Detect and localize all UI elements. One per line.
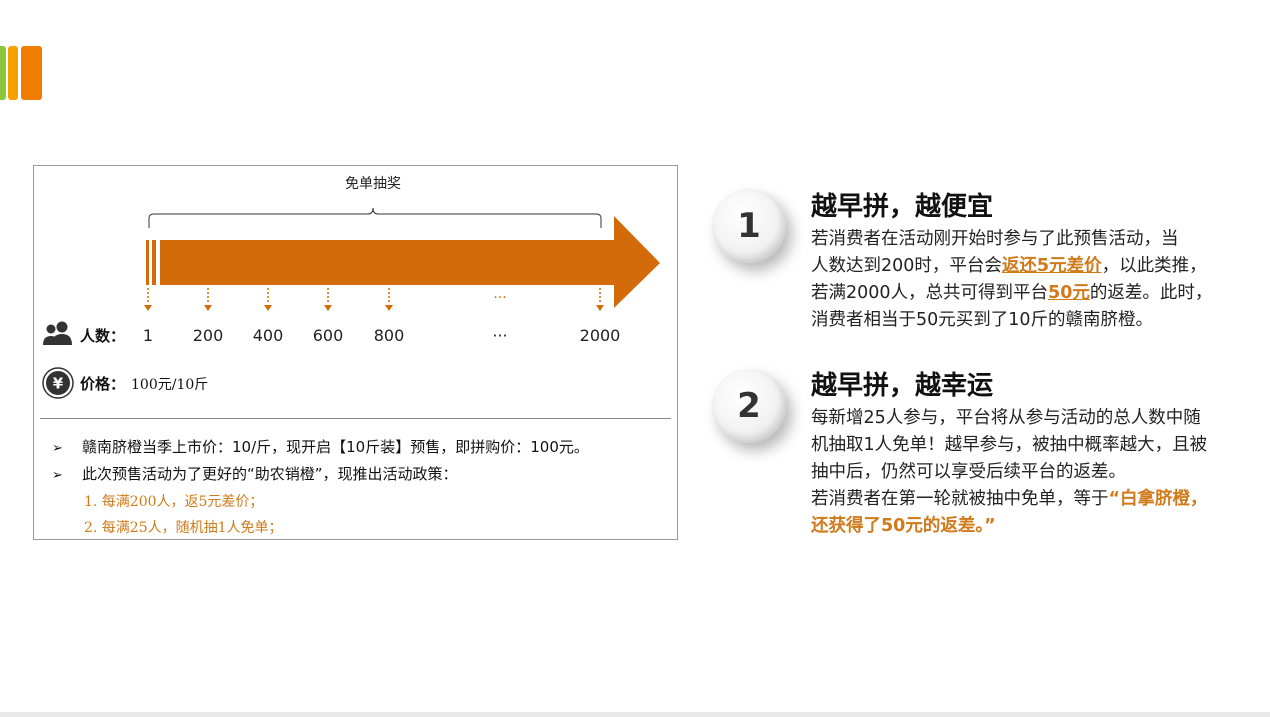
- diagram-panel: 免单抽奖 ··· 1 200 400 600 800 ··· 2000 人数： ¥ 价格： …: [33, 165, 678, 540]
- highlight-rebate: 返还5元差价: [1001, 256, 1102, 276]
- timeline-arrow: [160, 216, 660, 308]
- policy-item: 1. 每满200人，返5元差价；: [84, 494, 264, 510]
- tick-arrowhead: [264, 305, 272, 311]
- tick-label: 800: [373, 326, 405, 345]
- highlight-free-orange: “白拿脐橙，: [1108, 489, 1208, 509]
- corner-bar-orange: [21, 46, 42, 100]
- highlight-50: 50元: [1048, 283, 1090, 303]
- timeline-svg: 免单抽奖 ···: [144, 175, 660, 311]
- people-icon: [43, 321, 72, 345]
- section-title-1: 越早拼，越便宜: [811, 192, 994, 222]
- people-label: 人数：: [80, 327, 126, 345]
- price-value: 100元/10斤: [131, 377, 209, 393]
- bullet-item: ➢ 赣南脐橙当季上市价：10/斤，现开启【10斤装】预售，即拼购价：100元。: [52, 436, 589, 457]
- section-title-2: 越早拼，越幸运: [811, 371, 994, 401]
- bullet-item: ➢ 此次预售活动为了更好的“助农销橙”，现推出活动政策：: [52, 463, 458, 484]
- arrow-stripe-2: [152, 240, 156, 285]
- tick-label: 600: [312, 326, 344, 345]
- corner-decoration: [0, 46, 44, 100]
- tick-arrowhead: [204, 305, 212, 311]
- section-line: 人数达到200时，平台会返还5元差价，以此类推，: [811, 256, 1207, 276]
- bullet-arrow-icon: ➢: [52, 468, 63, 483]
- section-line: 若满2000人，总共可得到平台50元的返差。此时，: [811, 283, 1213, 303]
- section-line: 若消费者在活动刚开始时参与了此预售活动，当: [811, 229, 1179, 249]
- tick-ellipsis-marker: ···: [493, 290, 506, 306]
- section-body-1: 若消费者在活动刚开始时参与了此预售活动，当 人数达到200时，平台会返还5元差价…: [811, 226, 1261, 334]
- bullet-text: 此次预售活动为了更好的“助农销橙”，现推出活动政策：: [82, 465, 458, 483]
- tick-arrowhead: [596, 305, 604, 311]
- section-line: 消费者相当于50元买到了10斤的赣南脐橙。: [811, 310, 1154, 330]
- yen-coin-icon: ¥: [42, 367, 74, 399]
- step-circle-1: 1: [712, 189, 786, 263]
- section-line: 还获得了50元的返差。”: [811, 513, 1261, 540]
- arrow-stripe-1: [146, 240, 149, 285]
- corner-bar-yellow: [8, 46, 18, 100]
- section-body-2: 每新增25人参与，平台将从参与活动的总人数中随 机抽取1人免单！越早参与，被抽中…: [811, 405, 1261, 540]
- tick-label: 2000: [579, 326, 621, 345]
- section-line: 若消费者在第一轮就被抽中免单，等于“白拿脐橙，: [811, 489, 1208, 509]
- tick-arrowhead: [144, 305, 152, 311]
- tick-arrowhead: [324, 305, 332, 311]
- step-number: 1: [737, 206, 761, 246]
- panel-divider: [40, 418, 671, 419]
- tick-label: 400: [252, 326, 284, 345]
- svg-text:¥: ¥: [53, 375, 64, 393]
- highlight-50-return: 还获得了50元的返差。”: [811, 516, 996, 536]
- tick-label: ···: [492, 326, 508, 345]
- section-line: 抽中后，仍然可以享受后续平台的返差。: [811, 462, 1126, 482]
- price-label: 价格：: [80, 375, 126, 393]
- step-circle-2: 2: [712, 369, 786, 443]
- tick-label: 200: [192, 326, 224, 345]
- policy-item: 2. 每满25人，随机抽1人免单；: [84, 520, 283, 536]
- section-line: 机抽取1人免单！越早参与，被抽中概率越大，且被: [811, 435, 1208, 455]
- step-number: 2: [737, 386, 761, 426]
- tick-arrowhead: [385, 305, 393, 311]
- lottery-bracket: [148, 207, 602, 228]
- tick-markers: ···: [144, 288, 604, 311]
- bullet-text: 赣南脐橙当季上市价：10/斤，现开启【10斤装】预售，即拼购价：100元。: [82, 438, 589, 456]
- corner-bar-green: [0, 46, 6, 100]
- tick-label: 1: [142, 326, 154, 345]
- bullet-arrow-icon: ➢: [52, 441, 63, 456]
- bottom-strip: [0, 712, 1270, 717]
- bracket-label: 免单抽奖: [345, 175, 401, 192]
- section-line: 每新增25人参与，平台将从参与活动的总人数中随: [811, 408, 1201, 428]
